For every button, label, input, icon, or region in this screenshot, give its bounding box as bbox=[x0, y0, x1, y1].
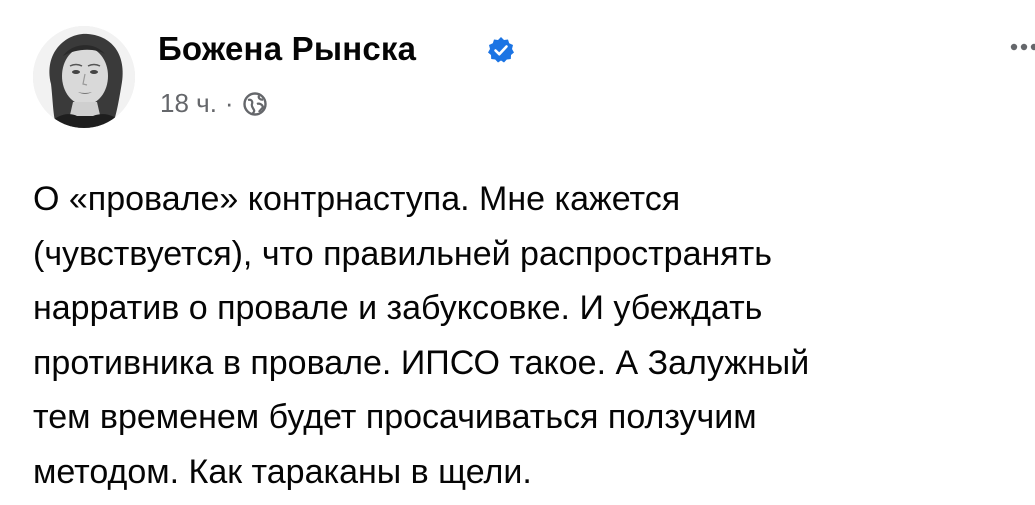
avatar-image bbox=[33, 26, 135, 128]
more-options-icon[interactable] bbox=[1008, 40, 1035, 54]
globe-icon[interactable] bbox=[242, 91, 268, 117]
verified-badge-icon bbox=[488, 37, 514, 63]
author-avatar[interactable] bbox=[33, 26, 135, 128]
facebook-post: Божена Рынска 18 ч. · О «провале» контрн… bbox=[0, 0, 1035, 505]
post-body-text: О «провале» контрнаступа. Мне кажется (ч… bbox=[33, 180, 810, 491]
post-meta: 18 ч. · bbox=[160, 88, 268, 119]
author-name[interactable]: Божена Рынска bbox=[158, 30, 416, 68]
post-timestamp[interactable]: 18 ч. bbox=[160, 88, 217, 119]
meta-separator: · bbox=[224, 88, 234, 118]
